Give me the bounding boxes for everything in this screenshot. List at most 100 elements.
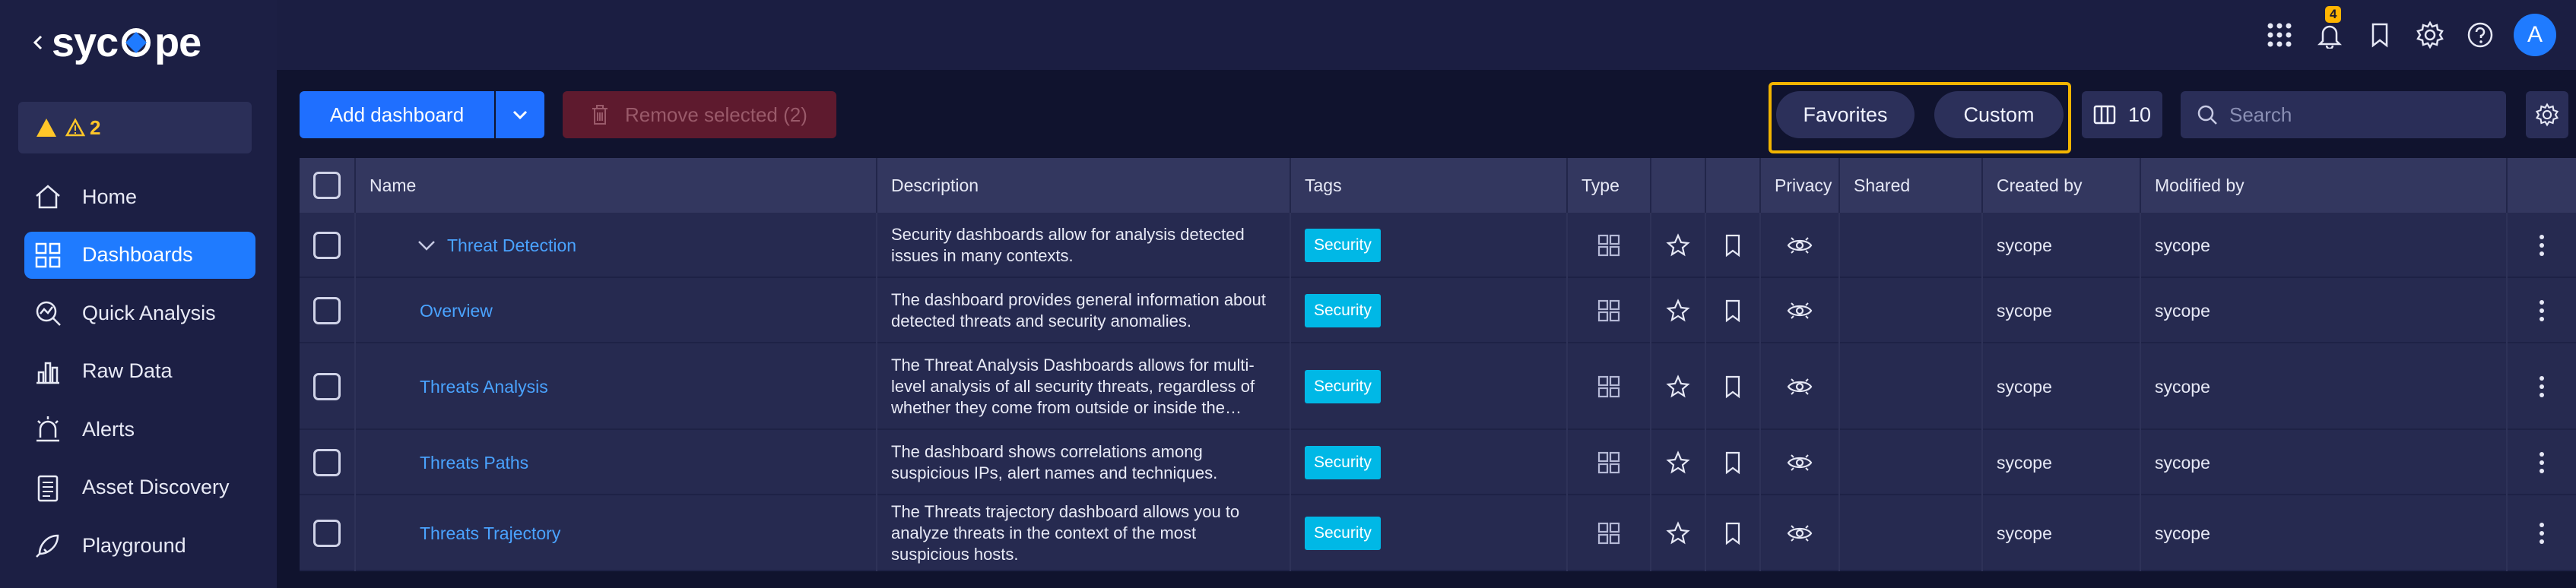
tag-badge[interactable]: Security: [1305, 294, 1381, 327]
privacy-cell: [1761, 213, 1840, 278]
dashboard-name-link[interactable]: Threats Analysis: [420, 377, 548, 397]
select-all-checkbox[interactable]: [313, 172, 341, 199]
table-header: Name Description Tags Type Privacy Share…: [300, 158, 2576, 213]
add-dashboard-dropdown-button[interactable]: [496, 91, 544, 138]
table-row[interactable]: Threats Trajectory The Threats trajector…: [300, 495, 2576, 571]
table-row[interactable]: Threats Paths The dashboard shows correl…: [300, 430, 2576, 495]
column-header-actions: [2508, 158, 2576, 213]
column-header-tags[interactable]: Tags: [1291, 158, 1568, 213]
gear-icon[interactable]: [2413, 18, 2447, 52]
favorite-cell: [1651, 430, 1706, 495]
dashboard-name-link[interactable]: Threats Paths: [420, 453, 528, 473]
warning-icon: [36, 119, 56, 137]
column-header-modified-by[interactable]: Modified by: [2141, 158, 2508, 213]
dashboard-name-link[interactable]: Overview: [420, 301, 493, 321]
notifications-button[interactable]: 4: [2313, 6, 2346, 52]
table-row[interactable]: Threats Analysis The Threat Analysis Das…: [300, 343, 2576, 430]
column-header-created-by[interactable]: Created by: [1983, 158, 2141, 213]
logo[interactable]: syc pe: [52, 19, 201, 66]
star-icon[interactable]: [1666, 299, 1690, 323]
more-vertical-icon[interactable]: [2538, 450, 2546, 475]
type-cell: [1568, 495, 1651, 571]
row-checkbox[interactable]: [313, 449, 341, 476]
bookmark-icon[interactable]: [1723, 375, 1743, 399]
chevron-down-icon[interactable]: [417, 239, 436, 251]
sidebar-item-raw-data[interactable]: Raw Data: [24, 348, 255, 395]
column-header-shared[interactable]: Shared: [1840, 158, 1983, 213]
table-body: Threat Detection Security dashboards all…: [300, 213, 2576, 571]
row-checkbox[interactable]: [313, 520, 341, 547]
sidebar-item-quick-analysis[interactable]: Quick Analysis: [24, 289, 255, 337]
column-header-name[interactable]: Name: [356, 158, 877, 213]
description-cell: Security dashboards allow for analysis d…: [877, 213, 1291, 278]
search-icon: [2197, 105, 2217, 125]
dashboard-description: The Threats trajectory dashboard allows …: [891, 502, 1240, 564]
bookmark-cell: [1706, 343, 1761, 430]
dashboard-type-icon: [1597, 375, 1620, 398]
row-checkbox[interactable]: [313, 373, 341, 400]
column-header-privacy[interactable]: Privacy: [1761, 158, 1840, 213]
columns-count: 10: [2127, 103, 2152, 126]
sidebar-item-playground[interactable]: Playground: [24, 522, 255, 569]
more-vertical-icon[interactable]: [2538, 375, 2546, 399]
modified-by-cell: sycope: [2141, 430, 2508, 495]
sidebar-item-home[interactable]: Home: [24, 173, 255, 220]
tag-badge[interactable]: Security: [1305, 370, 1381, 403]
table-row[interactable]: Threat Detection Security dashboards all…: [300, 213, 2576, 278]
more-vertical-icon[interactable]: [2538, 521, 2546, 545]
table-row[interactable]: Overview The dashboard provides general …: [300, 278, 2576, 343]
table-settings-button[interactable]: [2526, 91, 2568, 138]
tag-badge[interactable]: Security: [1305, 517, 1381, 550]
search-input[interactable]: [2229, 103, 2488, 127]
system-alerts-badge[interactable]: 2: [18, 102, 252, 153]
more-vertical-icon[interactable]: [2538, 299, 2546, 323]
star-icon[interactable]: [1666, 450, 1690, 475]
row-checkbox[interactable]: [313, 232, 341, 259]
sidebar-nav: Home Dashboards Quick Analysis Raw Data …: [24, 173, 255, 580]
sidebar-item-alerts[interactable]: Alerts: [24, 406, 255, 453]
favorite-cell: [1651, 495, 1706, 571]
more-vertical-icon[interactable]: [2538, 233, 2546, 258]
created-by-value: sycope: [1997, 235, 2052, 255]
column-header-description[interactable]: Description: [877, 158, 1291, 213]
bookmark-icon[interactable]: [2363, 18, 2397, 52]
bookmark-icon[interactable]: [1723, 233, 1743, 258]
dashboard-description: The dashboard provides general informati…: [891, 290, 1266, 330]
row-checkbox[interactable]: [313, 297, 341, 324]
tag-badge[interactable]: Security: [1305, 446, 1381, 479]
sidebar: syc pe 2 Home Dashboards Quick Analysis …: [0, 0, 277, 588]
bookmark-icon[interactable]: [1723, 450, 1743, 475]
star-icon[interactable]: [1666, 375, 1690, 399]
modified-by-cell: sycope: [2141, 213, 2508, 278]
sidebar-item-dashboards[interactable]: Dashboards: [24, 231, 255, 279]
star-icon[interactable]: [1666, 233, 1690, 258]
description-cell: The dashboard shows correlations among s…: [877, 430, 1291, 495]
bookmark-cell: [1706, 213, 1761, 278]
name-cell: Threat Detection: [356, 213, 877, 278]
sidebar-item-asset-discovery[interactable]: Asset Discovery: [24, 464, 255, 511]
dashboard-name-link[interactable]: Threats Trajectory: [420, 523, 560, 544]
columns-button[interactable]: 10: [2082, 91, 2162, 138]
search-box[interactable]: [2181, 91, 2506, 138]
created-by-cell: sycope: [1983, 343, 2141, 430]
star-icon[interactable]: [1666, 521, 1690, 545]
avatar[interactable]: A: [2514, 14, 2556, 56]
dashboard-name-link[interactable]: Threat Detection: [447, 236, 576, 256]
favorite-cell: [1651, 213, 1706, 278]
help-icon[interactable]: [2463, 18, 2497, 52]
favorites-filter-button[interactable]: Favorites: [1776, 91, 1915, 138]
bookmark-icon[interactable]: [1723, 521, 1743, 545]
custom-filter-button[interactable]: Custom: [1934, 91, 2064, 138]
sidebar-item-label: Asset Discovery: [82, 476, 230, 498]
chevron-left-icon[interactable]: [30, 32, 46, 53]
apps-grid-icon[interactable]: [2263, 18, 2296, 52]
bookmark-icon[interactable]: [1723, 299, 1743, 323]
remove-selected-button[interactable]: Remove selected (2): [563, 91, 836, 138]
logo-text-start: syc: [52, 20, 119, 65]
column-header-type[interactable]: Type: [1568, 158, 1651, 213]
modified-by-cell: sycope: [2141, 495, 2508, 571]
shared-cell: [1840, 213, 1983, 278]
tag-badge[interactable]: Security: [1305, 229, 1381, 262]
add-dashboard-button[interactable]: Add dashboard: [300, 91, 494, 138]
alert-count: 2: [90, 115, 101, 139]
